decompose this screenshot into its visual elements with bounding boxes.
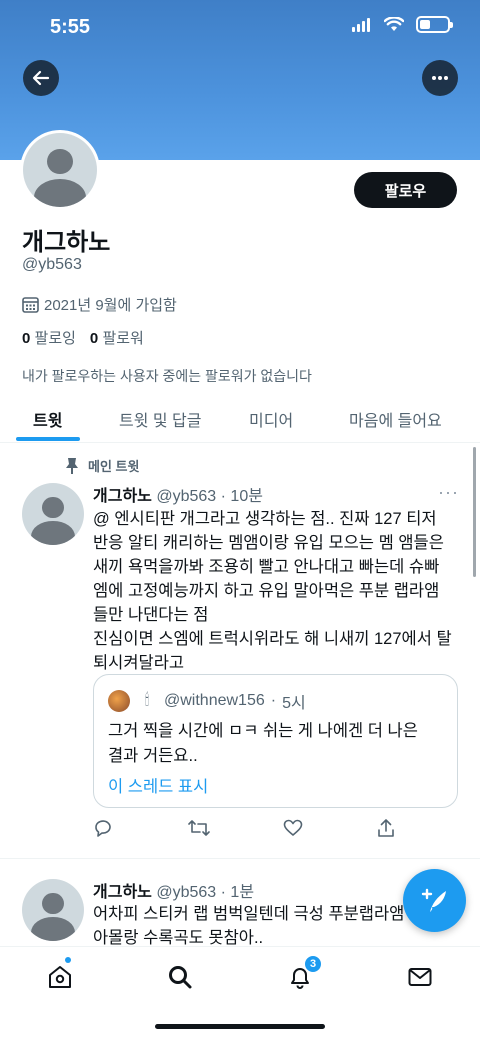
tab-media[interactable]: 미디어 <box>249 407 293 431</box>
tweet-author-handle-2[interactable]: @yb563 <box>156 884 216 901</box>
back-arrow-icon <box>32 70 50 86</box>
pinned-label: 메인 트윗 <box>64 456 139 475</box>
nav-home[interactable] <box>46 963 74 991</box>
profile-handle: @yb563 <box>22 256 82 273</box>
nav-messages[interactable] <box>406 963 434 991</box>
tweet-header-2: 개그하노 @yb563 · 1분 <box>93 884 255 901</box>
status-icons <box>352 16 453 33</box>
more-options-button[interactable] <box>422 60 458 96</box>
status-bar: 5:55 <box>0 0 480 56</box>
home-indicator <box>155 1024 325 1029</box>
quoted-text: 그거 찍을 시간에 ㅁㅋ 쉬는 게 나에겐 더 나은 결과 거든요.. <box>108 722 418 765</box>
compose-tweet-button[interactable] <box>403 869 466 932</box>
tweet-author-name-2[interactable]: 개그하노 <box>93 884 152 901</box>
notifications-badge: 3 <box>304 955 322 973</box>
show-thread-link[interactable]: 이 스레드 표시 <box>108 773 208 797</box>
like-icon[interactable] <box>283 818 303 838</box>
tweet-time[interactable]: 10분 <box>230 488 263 505</box>
quoted-tweet[interactable]: 🕯 @withnew156 · 5시 그거 찍을 시간에 ㅁㅋ 쉬는 게 나에겐… <box>93 674 458 808</box>
more-icon <box>432 76 448 80</box>
active-tab-indicator <box>16 437 80 441</box>
tweet-actions <box>93 818 403 840</box>
profile-avatar[interactable] <box>20 130 100 210</box>
search-icon <box>169 966 192 989</box>
tweet-more-icon[interactable]: ··· <box>438 482 459 503</box>
tweet-avatar-2[interactable] <box>22 879 84 941</box>
nav-search[interactable] <box>166 963 194 991</box>
tweet-time-2[interactable]: 1분 <box>230 884 254 901</box>
pin-icon <box>66 457 78 474</box>
no-followers-note: 내가 팔로우하는 사용자 중에는 팔로워가 없습니다 <box>22 368 312 384</box>
profile-tabs: 트윗 트윗 및 답글 미디어 마음에 들어요 <box>0 395 480 443</box>
back-button[interactable] <box>23 60 59 96</box>
tab-tweets[interactable]: 트윗 <box>33 407 62 431</box>
home-new-indicator <box>65 957 71 963</box>
tab-tweets-replies[interactable]: 트윗 및 답글 <box>119 407 202 431</box>
feather-plus-icon <box>421 888 446 912</box>
candle-icon: 🕯 <box>144 692 150 709</box>
tweet-header: 개그하노 @yb563 · 10분 <box>93 488 263 505</box>
scrollbar[interactable] <box>473 447 476 577</box>
tweet-author-handle[interactable]: @yb563 <box>156 488 216 505</box>
quoted-time: 5시 <box>282 695 306 712</box>
tweet-author-name[interactable]: 개그하노 <box>93 488 152 505</box>
signal-icon <box>352 17 370 32</box>
reply-icon[interactable] <box>93 818 113 838</box>
quoted-tweet-header: 🕯 @withnew156 · 5시 <box>108 689 306 713</box>
battery-icon <box>416 16 453 33</box>
quoted-avatar <box>108 690 130 712</box>
followers-link[interactable]: 0 팔로워 <box>90 327 144 348</box>
calendar-icon <box>22 297 39 313</box>
tweet-text: @ 엔시티판 개그라고 생각하는 점.. 진짜 127 티저 반응 알티 캐리하… <box>93 510 452 672</box>
joined-date: 2021년 9월에 가입함 <box>22 294 177 315</box>
tweet-divider <box>0 858 480 859</box>
profile-display-name: 개그하노 <box>22 229 111 256</box>
status-time: 5:55 <box>50 16 91 38</box>
joined-text: 2021년 9월에 가입함 <box>44 297 177 314</box>
home-icon <box>49 966 71 988</box>
follow-stats: 0 팔로잉 0 팔로워 <box>22 327 144 348</box>
tab-likes[interactable]: 마음에 들어요 <box>349 407 442 431</box>
follow-button[interactable]: 팔로우 <box>354 172 457 208</box>
tweet-avatar[interactable] <box>22 483 84 545</box>
following-link[interactable]: 0 팔로잉 <box>22 327 76 348</box>
retweet-icon[interactable] <box>188 818 210 838</box>
quoted-handle: @withnew156 <box>164 692 265 709</box>
share-icon[interactable] <box>376 818 396 838</box>
mail-icon <box>408 968 432 986</box>
wifi-icon <box>384 17 404 31</box>
